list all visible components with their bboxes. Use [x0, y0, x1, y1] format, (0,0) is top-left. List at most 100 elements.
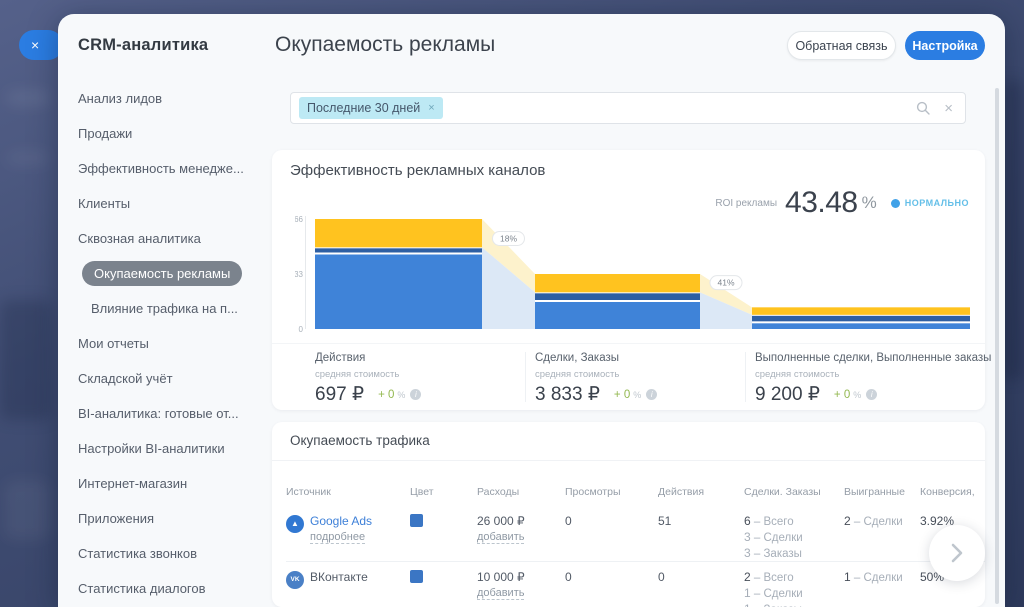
feedback-button[interactable]: Обратная связь: [787, 31, 896, 60]
table-row-vkontakte: VK ВКонтакте 10 000 ₽ добавить 0 0 2 – В…: [272, 570, 985, 607]
stage-name: Сделки, Заказы: [535, 352, 740, 364]
sidebar-item-apps[interactable]: Приложения: [78, 501, 273, 536]
sidebar-item-dialog-stats[interactable]: Статистика диалогов: [78, 571, 273, 606]
background-blur-shape: [6, 150, 50, 166]
sidebar-item-manager-efficiency[interactable]: Эффективность менедже...: [78, 151, 273, 186]
vkontakte-icon: VK: [286, 571, 304, 589]
row-divider: [286, 561, 985, 562]
col-source: Источник: [286, 486, 410, 498]
sidebar-item-bi-ready-reports[interactable]: BI-аналитика: готовые от...: [78, 396, 273, 431]
roi-status-dot-icon: [891, 199, 900, 208]
stage-deals-orders: Сделки, Заказы средняя стоимость 3 833 ₽…: [535, 352, 740, 406]
stage-delta: + 0: [378, 389, 394, 401]
filter-search-bar[interactable]: Последние 30 дней × ×: [290, 92, 966, 124]
sidebar-item-lead-analysis[interactable]: Анализ лидов: [78, 81, 273, 116]
views-value: 0: [565, 514, 658, 528]
svg-text:66: 66: [295, 215, 304, 224]
background-blur-shape: [4, 480, 50, 540]
background-blur-shape: [6, 90, 50, 106]
chevron-right-icon: [951, 543, 963, 563]
clear-filter-icon[interactable]: ×: [944, 100, 953, 117]
sidebar-item-end-to-end-analytics[interactable]: Сквозная аналитика: [78, 221, 273, 256]
svg-text:41%: 41%: [717, 278, 734, 288]
views-value: 0: [565, 570, 658, 584]
source-label: ВКонтакте: [310, 570, 368, 584]
panel-scrollbar[interactable]: [995, 88, 999, 604]
roi-label: ROI рекламы: [715, 198, 777, 209]
filter-chip[interactable]: Последние 30 дней ×: [299, 97, 443, 119]
traffic-roi-card: Окупаемость трафика Источник Цвет Расход…: [272, 422, 985, 607]
settings-button[interactable]: Настройка: [905, 31, 985, 60]
expenses-value: 10 000 ₽: [477, 570, 565, 584]
next-columns-button[interactable]: [929, 525, 985, 581]
info-icon[interactable]: i: [646, 389, 657, 400]
info-icon[interactable]: i: [410, 389, 421, 400]
chip-remove-icon[interactable]: ×: [428, 102, 434, 114]
actions-value: 0: [658, 570, 744, 584]
background-blur-shape: [0, 300, 52, 420]
add-expenses-link[interactable]: добавить: [477, 587, 524, 600]
stage-avg-label: средняя стоимость: [535, 369, 740, 380]
stage-avg-value: 697 ₽: [315, 383, 364, 406]
stage-divider: [525, 352, 526, 402]
stage-actions: Действия средняя стоимость 697 ₽ + 0 % i: [315, 352, 520, 406]
svg-text:0: 0: [299, 325, 304, 334]
actions-value: 51: [658, 514, 744, 528]
search-icon[interactable]: [916, 101, 930, 115]
stage-name: Действия: [315, 352, 520, 364]
stage-delta: + 0: [834, 389, 850, 401]
sidebar: CRM-аналитика Анализ лидов Продажи Эффек…: [78, 36, 273, 606]
stage-name: Выполненные сделки, Выполненные заказы: [755, 352, 980, 364]
col-won: Выигранные: [844, 486, 920, 498]
sidebar-item-ad-roi-active[interactable]: Окупаемость рекламы: [78, 256, 273, 291]
stage-avg-value: 9 200 ₽: [755, 383, 820, 406]
chart-title: Эффективность рекламных каналов: [290, 162, 545, 179]
sidebar-item-clients[interactable]: Клиенты: [78, 186, 273, 221]
stage-avg-label: средняя стоимость: [755, 369, 980, 380]
funnel-chart: 6633018%41%: [295, 212, 975, 341]
stage-delta-unit: %: [633, 390, 641, 400]
sidebar-item-traffic-impact[interactable]: Влияние трафика на п...: [78, 291, 273, 326]
page-title: Окупаемость рекламы: [275, 33, 495, 57]
stage-completed-deals: Выполненные сделки, Выполненные заказы с…: [755, 352, 980, 406]
sidebar-item-online-store[interactable]: Интернет-магазин: [78, 466, 273, 501]
won-cell: 1 – Сделки: [844, 570, 920, 584]
expenses-value: 26 000 ₽: [477, 514, 565, 528]
sidebar-item-sales[interactable]: Продажи: [78, 116, 273, 151]
stage-avg-label: средняя стоимость: [315, 369, 520, 380]
table-row-google-ads: ▲ Google Ads подробнее 26 000 ₽ добавить…: [272, 514, 985, 562]
stage-delta-unit: %: [853, 390, 861, 400]
won-cell: 2 – Сделки: [844, 514, 920, 528]
stage-divider: [745, 352, 746, 402]
svg-text:18%: 18%: [500, 234, 517, 244]
slideover-panel: CRM-аналитика Анализ лидов Продажи Эффек…: [58, 14, 1005, 607]
divider: [272, 460, 985, 461]
deals-cell: 2 – Всего 1 – Сделки 1 – Заказы: [744, 570, 844, 607]
col-conversion: Конверсия,: [920, 486, 985, 498]
close-panel-button[interactable]: ×: [19, 30, 63, 60]
sidebar-item-my-reports[interactable]: Мои отчеты: [78, 326, 273, 361]
stage-delta-unit: %: [397, 390, 405, 400]
active-item-pill: Окупаемость рекламы: [82, 261, 242, 286]
source-link[interactable]: Google Ads: [310, 514, 372, 528]
table-title: Окупаемость трафика: [290, 433, 430, 448]
stage-delta: + 0: [614, 389, 630, 401]
col-views: Просмотры: [565, 486, 658, 498]
add-expenses-link[interactable]: добавить: [477, 531, 524, 544]
sidebar-item-inventory[interactable]: Складской учёт: [78, 361, 273, 396]
roi-status: НОРМАЛЬНО: [905, 198, 969, 208]
deals-cell: 6 – Всего 3 – Сделки 3 – Заказы: [744, 514, 844, 562]
sidebar-title: CRM-аналитика: [78, 36, 273, 55]
sidebar-item-call-stats[interactable]: Статистика звонков: [78, 536, 273, 571]
col-deals: Сделки. Заказы: [744, 486, 844, 498]
info-icon[interactable]: i: [866, 389, 877, 400]
stage-avg-value: 3 833 ₽: [535, 383, 600, 406]
col-expenses: Расходы: [477, 486, 565, 498]
funnel-stage-summary: Действия средняя стоимость 697 ₽ + 0 % i…: [272, 343, 985, 410]
details-link[interactable]: подробнее: [310, 531, 365, 544]
sidebar-item-bi-settings[interactable]: Настройки BI-аналитики: [78, 431, 273, 466]
google-ads-icon: ▲: [286, 515, 304, 533]
filter-chip-label: Последние 30 дней: [307, 101, 420, 115]
close-icon: ×: [31, 37, 39, 53]
table-header-row: Источник Цвет Расходы Просмотры Действия…: [272, 486, 985, 498]
